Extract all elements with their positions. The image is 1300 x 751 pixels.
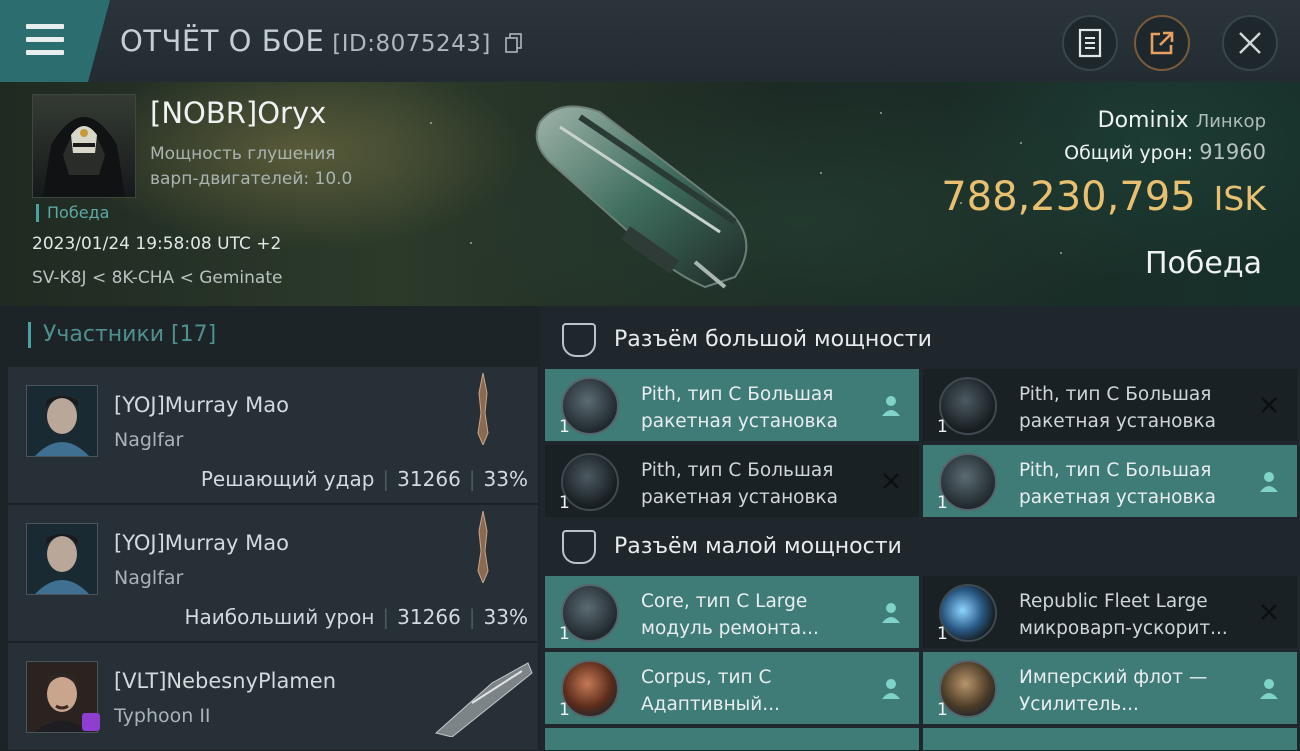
- participant-damage: 31266: [397, 467, 461, 491]
- module-qty: 1: [937, 417, 948, 437]
- participant-avatar: [26, 385, 98, 457]
- participant-ship: Naglfar: [114, 429, 184, 451]
- participant-card[interactable]: [VLT]NebesnyPlamen Typhoon II: [8, 643, 538, 751]
- victim-summary: [NOBR]Oryx Мощность глушения варп-двигат…: [0, 82, 1300, 306]
- participant-stats: Решающий удар | 31266 | 33%: [200, 467, 528, 491]
- participant-name: [YOJ]Murray Mao: [114, 531, 289, 555]
- page-title: ОТЧЁТ О БОЕ [ID:8075243]: [120, 24, 523, 60]
- isk-value: 788,230,795 ISK: [941, 174, 1266, 220]
- total-damage: Общий урон: 91960: [1064, 140, 1266, 164]
- ship-name: Dominix: [1097, 108, 1189, 133]
- victim-portrait[interactable]: [32, 94, 136, 198]
- hamburger-icon-bar: [26, 50, 64, 55]
- dropped-person-icon: [882, 603, 900, 623]
- dropped-person-icon: [882, 396, 900, 416]
- close-button[interactable]: [1222, 15, 1278, 71]
- copy-id-icon[interactable]: [504, 26, 523, 60]
- isk-amount: 788,230,795: [941, 174, 1196, 220]
- high-slot-title: Разъём большой мощности: [614, 327, 932, 352]
- close-icon: [1239, 32, 1261, 54]
- isk-unit: ISK: [1213, 179, 1266, 218]
- page-title-text: ОТЧЁТ О БОЕ: [120, 24, 325, 58]
- total-damage-label: Общий урон:: [1064, 142, 1194, 164]
- dropped-person-icon: [882, 679, 900, 699]
- participant-ship-render: [470, 372, 496, 449]
- participant-card[interactable]: [YOJ]Murray Mao Naglfar Решающий удар | 31…: [8, 367, 538, 504]
- participant-ship-render: [432, 653, 536, 741]
- participant-card[interactable]: [YOJ]Murray Mao Naglfar Наибольший урон |…: [8, 505, 538, 642]
- participant-role: Решающий удар: [200, 467, 375, 491]
- participant-damage: 31266: [397, 605, 461, 629]
- module-item[interactable]: 1 Pith, тип C Большая ракетная установка: [923, 445, 1297, 517]
- participant-ship: Typhoon II: [114, 705, 211, 727]
- module-item[interactable]: 1 Pith, тип C Большая ракетная установка: [545, 369, 919, 441]
- hamburger-icon: [26, 24, 64, 29]
- victim-pilot-name[interactable]: [NOBR]Oryx: [150, 96, 326, 130]
- module-name: Corpus, тип C Адаптивный...: [641, 667, 780, 715]
- participant-ship: Naglfar: [114, 567, 184, 589]
- module-item[interactable]: 1 Core, тип C Large модуль ремонта...: [545, 576, 919, 648]
- high-slot-icon: [562, 323, 596, 357]
- participant-ship-render: [470, 510, 496, 587]
- module-name: Имперский флот — Усилитель...: [1019, 667, 1208, 715]
- participant-name: [YOJ]Murray Mao: [114, 393, 289, 417]
- module-qty: 1: [559, 700, 570, 720]
- module-qty: 1: [937, 624, 948, 644]
- module-name: Pith, тип C Большая ракетная установка: [1019, 384, 1216, 432]
- share-icon: [1150, 31, 1174, 55]
- low-slot-icon: [562, 530, 596, 564]
- kill-location[interactable]: SV-K8J < 8K-CHA < Geminate: [32, 268, 282, 288]
- victim-stat: Мощность глушения варп-двигателей: 10.0: [150, 142, 410, 192]
- participant-percent: 33%: [483, 467, 528, 491]
- total-damage-value: 91960: [1199, 140, 1266, 164]
- module-name: Pith, тип C Большая ракетная установка: [641, 384, 838, 432]
- victim-stat-line1: Мощность глушения: [150, 144, 336, 164]
- module-qty: 1: [559, 624, 570, 644]
- low-slot-title: Разъём малой мощности: [614, 534, 902, 559]
- hamburger-icon-bar: [26, 37, 64, 42]
- destroyed-x-icon: [1261, 604, 1277, 620]
- module-name: Core, тип C Large модуль ремонта...: [641, 591, 819, 639]
- destroyed-x-icon: [1261, 397, 1277, 413]
- module-item[interactable]: [545, 728, 919, 750]
- victim-ship[interactable]: Dominix Линкор: [1098, 108, 1266, 133]
- ship-class: Линкор: [1195, 111, 1266, 132]
- dropped-person-icon: [1260, 679, 1278, 699]
- clipboard-button[interactable]: [1062, 15, 1118, 71]
- participant-avatar: [26, 523, 98, 595]
- module-name: Pith, тип C Большая ракетная установка: [641, 460, 838, 508]
- participant-name: [VLT]NebesnyPlamen: [114, 669, 336, 693]
- participant-stats: Наибольший урон | 31266 | 33%: [184, 605, 528, 629]
- clipboard-icon: [1078, 28, 1102, 58]
- module-name: Pith, тип C Большая ракетная установка: [1019, 460, 1216, 508]
- module-item[interactable]: 1 Имперский флот — Усилитель...: [923, 652, 1297, 724]
- module-name: Republic Fleet Large микроварп-ускорит...: [1019, 591, 1228, 639]
- result-tag: Победа: [36, 204, 109, 222]
- module-qty: 1: [559, 493, 570, 513]
- destroyed-x-icon: [883, 473, 899, 489]
- report-id: [ID:8075243]: [332, 31, 491, 57]
- share-button[interactable]: [1134, 15, 1190, 71]
- module-item[interactable]: 1 Corpus, тип C Адаптивный...: [545, 652, 919, 724]
- module-item[interactable]: 1 Republic Fleet Large микроварп-ускорит.…: [923, 576, 1297, 648]
- victim-stat-line2: варп-двигателей: 10.0: [150, 169, 353, 189]
- victim-ship-render: [520, 92, 780, 292]
- result-label: Победа: [1145, 246, 1262, 281]
- pilot-avatar: [43, 117, 125, 197]
- menu-button[interactable]: [0, 0, 110, 82]
- module-qty: 1: [937, 700, 948, 720]
- module-qty: 1: [937, 493, 948, 513]
- top-bar: ОТЧЁТ О БОЕ [ID:8075243]: [0, 0, 1300, 83]
- participants-header[interactable]: Участники [17]: [28, 322, 216, 348]
- participant-percent: 33%: [483, 605, 528, 629]
- info-badge-icon[interactable]: [82, 713, 100, 731]
- kill-datetime: 2023/01/24 19:58:08 UTC +2: [32, 234, 282, 254]
- module-item[interactable]: 1 Pith, тип C Большая ракетная установка: [923, 369, 1297, 441]
- dropped-person-icon: [1260, 472, 1278, 492]
- module-item[interactable]: [923, 728, 1297, 750]
- participant-role: Наибольший урон: [184, 605, 375, 629]
- module-item[interactable]: 1 Pith, тип C Большая ракетная установка: [545, 445, 919, 517]
- module-qty: 1: [559, 417, 570, 437]
